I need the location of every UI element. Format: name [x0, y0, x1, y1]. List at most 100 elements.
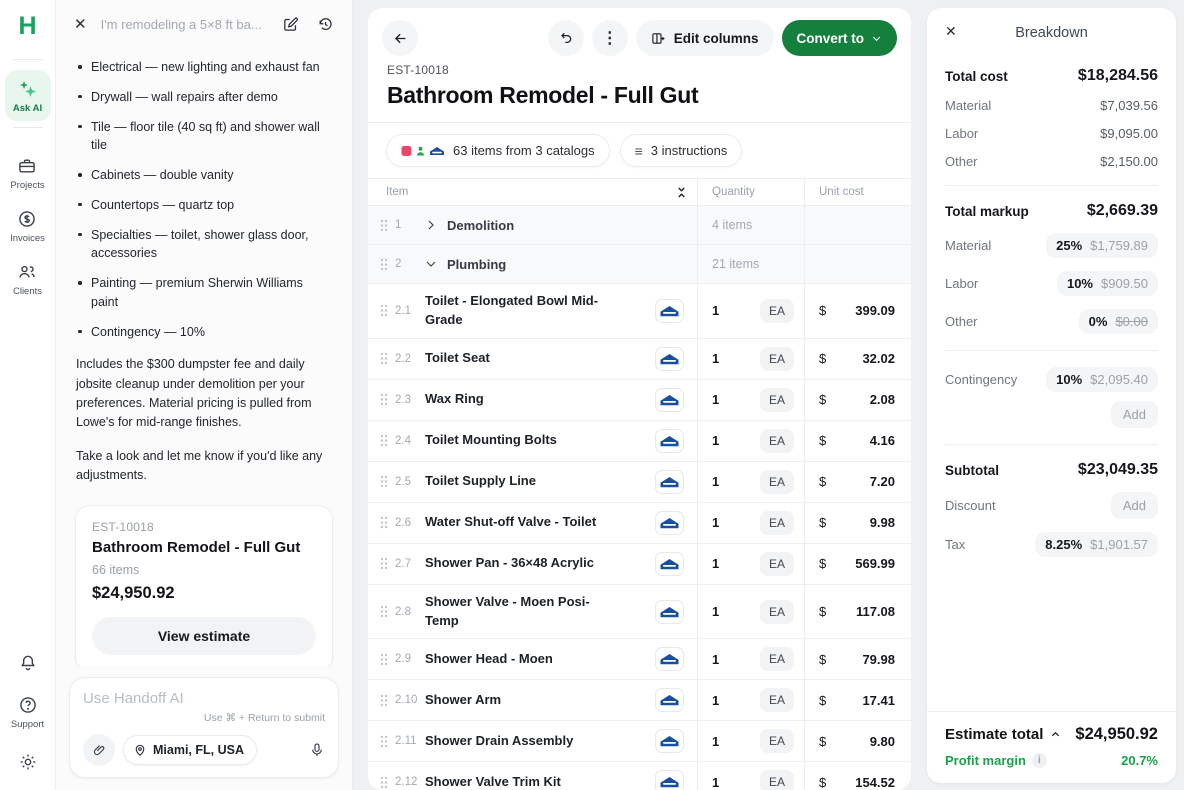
- drag-handle-icon[interactable]: [380, 694, 388, 707]
- unit-cost-value[interactable]: 79.98: [862, 652, 895, 667]
- unit-badge[interactable]: EA: [760, 688, 794, 712]
- table-row[interactable]: 2.10 Shower Arm 1 EA $: [368, 680, 911, 721]
- item-name[interactable]: Toilet Supply Line: [425, 472, 536, 491]
- chevron-down-icon[interactable]: [425, 258, 447, 270]
- edit-columns-button[interactable]: Edit columns: [636, 20, 774, 56]
- drag-handle-icon[interactable]: [380, 219, 388, 232]
- estimate-preview-card[interactable]: EST-10018 Bathroom Remodel - Full Gut 66…: [76, 506, 332, 668]
- discount-add-button[interactable]: Add: [1111, 492, 1158, 519]
- chevron-right-icon[interactable]: [425, 219, 447, 231]
- unit-cost-value[interactable]: 32.02: [862, 351, 895, 366]
- sidebar-item-notifications[interactable]: [18, 653, 38, 673]
- sidebar-item-invoices[interactable]: Invoices: [10, 209, 45, 244]
- instructions-pill[interactable]: ≡ 3 instructions: [620, 134, 743, 167]
- convert-to-button[interactable]: Convert to: [782, 20, 898, 56]
- sidebar-item-projects[interactable]: Projects: [10, 156, 44, 191]
- unit-cost-value[interactable]: 117.08: [856, 604, 895, 619]
- item-name[interactable]: Wax Ring: [425, 390, 484, 409]
- item-name[interactable]: Water Shut-off Valve - Toilet: [425, 513, 596, 532]
- drag-handle-icon[interactable]: [380, 557, 388, 570]
- contingency-add-button[interactable]: Add: [1111, 401, 1158, 428]
- info-icon[interactable]: i: [1032, 753, 1047, 768]
- catalogs-pill[interactable]: 63 items from 3 catalogs: [386, 134, 610, 167]
- table-row[interactable]: 2.8 Shower Valve - Moen Posi-Temp 1 EA: [368, 585, 911, 640]
- group-row-demolition[interactable]: 1 Demolition 4 items: [368, 206, 911, 245]
- unit-cost-value[interactable]: 569.99: [855, 556, 895, 571]
- markup-labor-pill[interactable]: 10% $909.50: [1057, 271, 1158, 296]
- unit-badge[interactable]: EA: [760, 299, 794, 323]
- unit-badge[interactable]: EA: [760, 470, 794, 494]
- drag-handle-icon[interactable]: [380, 434, 388, 447]
- quantity-value[interactable]: 1: [712, 734, 719, 749]
- column-header-unit-cost[interactable]: Unit cost: [804, 179, 911, 205]
- sidebar-item-support[interactable]: Support: [11, 695, 44, 730]
- chat-input-card[interactable]: Use ⌘ + Return to submit Miami, FL, USA: [69, 677, 339, 778]
- unit-cost-value[interactable]: 399.09: [855, 303, 895, 318]
- unit-badge[interactable]: EA: [760, 429, 794, 453]
- unit-cost-value[interactable]: 9.80: [870, 734, 895, 749]
- contingency-pill[interactable]: 10% $2,095.40: [1046, 367, 1158, 392]
- quantity-value[interactable]: 1: [712, 515, 719, 530]
- unit-cost-value[interactable]: 17.41: [862, 693, 895, 708]
- item-name[interactable]: Toilet Mounting Bolts: [425, 431, 557, 450]
- item-name[interactable]: Shower Valve - Moen Posi-Temp: [425, 593, 600, 631]
- quantity-value[interactable]: 1: [712, 392, 719, 407]
- quantity-value[interactable]: 1: [712, 556, 719, 571]
- quantity-value[interactable]: 1: [712, 433, 719, 448]
- quantity-value[interactable]: 1: [712, 775, 719, 790]
- unit-badge[interactable]: EA: [760, 647, 794, 671]
- unit-badge[interactable]: EA: [760, 770, 794, 790]
- tax-pill[interactable]: 8.25% $1,901.57: [1035, 532, 1158, 557]
- quantity-value[interactable]: 1: [712, 474, 719, 489]
- unit-cost-value[interactable]: 154.52: [855, 775, 895, 790]
- table-row[interactable]: 2.2 Toilet Seat 1 EA $: [368, 339, 911, 380]
- unit-cost-value[interactable]: 4.16: [870, 433, 895, 448]
- drag-handle-icon[interactable]: [380, 304, 388, 317]
- item-name[interactable]: Shower Arm: [425, 691, 501, 710]
- column-header-item[interactable]: Item: [386, 186, 408, 198]
- back-button[interactable]: [382, 20, 418, 56]
- more-options-button[interactable]: ⋮: [592, 20, 628, 56]
- drag-handle-icon[interactable]: [380, 605, 388, 618]
- drag-handle-icon[interactable]: [380, 475, 388, 488]
- item-name[interactable]: Shower Valve Trim Kit: [425, 773, 561, 790]
- quantity-value[interactable]: 1: [712, 303, 719, 318]
- ai-prompt-input[interactable]: [83, 690, 325, 707]
- quantity-value[interactable]: 1: [712, 652, 719, 667]
- chevron-up-icon[interactable]: [1050, 729, 1061, 740]
- unit-cost-value[interactable]: 2.08: [870, 392, 895, 407]
- drag-handle-icon[interactable]: [380, 653, 388, 666]
- table-row[interactable]: 2.1 Toilet - Elongated Bowl Mid-Grade 1 …: [368, 284, 911, 339]
- unit-badge[interactable]: EA: [760, 729, 794, 753]
- table-row[interactable]: 2.12 Shower Valve Trim Kit 1 EA: [368, 762, 911, 790]
- handoff-logo[interactable]: H: [18, 14, 36, 39]
- unit-badge[interactable]: EA: [760, 552, 794, 576]
- view-estimate-button[interactable]: View estimate: [92, 617, 316, 655]
- collapse-all-icon[interactable]: [676, 186, 687, 199]
- quantity-value[interactable]: 1: [712, 351, 719, 366]
- new-chat-icon[interactable]: [282, 16, 299, 33]
- column-header-quantity[interactable]: Quantity: [697, 179, 804, 205]
- undo-button[interactable]: [548, 20, 584, 56]
- group-row-plumbing[interactable]: 2 Plumbing 21 items: [368, 245, 911, 284]
- unit-badge[interactable]: EA: [760, 511, 794, 535]
- sidebar-item-settings[interactable]: [18, 752, 38, 772]
- drag-handle-icon[interactable]: [380, 735, 388, 748]
- drag-handle-icon[interactable]: [380, 776, 388, 789]
- table-row[interactable]: 2.4 Toilet Mounting Bolts 1 EA: [368, 421, 911, 462]
- sidebar-item-ask-ai[interactable]: Ask AI: [5, 70, 51, 121]
- drag-handle-icon[interactable]: [380, 258, 388, 271]
- unit-cost-value[interactable]: 9.98: [870, 515, 895, 530]
- attach-button[interactable]: [83, 734, 115, 766]
- quantity-value[interactable]: 1: [712, 693, 719, 708]
- item-name[interactable]: Shower Head - Moen: [425, 650, 553, 669]
- item-name[interactable]: Shower Drain Assembly: [425, 732, 573, 751]
- mic-button[interactable]: [309, 742, 325, 758]
- table-row[interactable]: 2.11 Shower Drain Assembly 1 EA: [368, 721, 911, 762]
- table-row[interactable]: 2.5 Toilet Supply Line 1 EA $: [368, 462, 911, 503]
- table-row[interactable]: 2.6 Water Shut-off Valve - Toilet 1 EA: [368, 503, 911, 544]
- markup-material-pill[interactable]: 25% $1,759.89: [1046, 233, 1158, 258]
- table-row[interactable]: 2.9 Shower Head - Moen 1 EA $: [368, 639, 911, 680]
- item-name[interactable]: Shower Pan - 36×48 Acrylic: [425, 554, 594, 573]
- close-icon[interactable]: ✕: [945, 23, 957, 40]
